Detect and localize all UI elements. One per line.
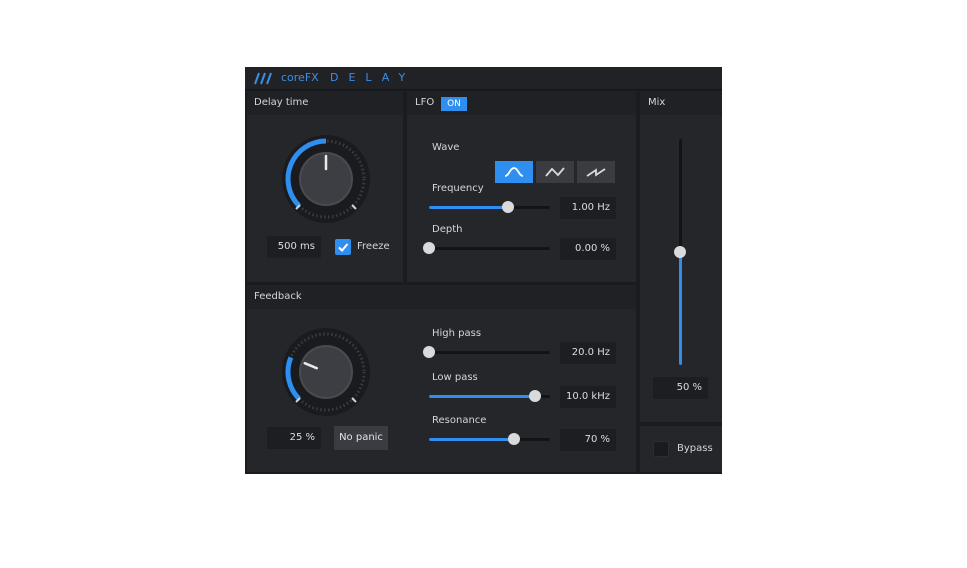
low-pass-value[interactable]: 10.0 kHz: [560, 386, 616, 408]
resonance-fill: [429, 438, 514, 441]
low-pass-fill: [429, 395, 536, 398]
wave-triangle-button[interactable]: [536, 161, 574, 183]
resonance-value[interactable]: 70 %: [560, 429, 616, 451]
feedback-header: Feedback: [247, 285, 636, 309]
bypass-panel: Bypass: [640, 426, 722, 472]
delay-time-panel: Delay time 500 ms Freeze: [247, 91, 403, 282]
mix-thumb[interactable]: [674, 246, 686, 258]
depth-thumb[interactable]: [423, 242, 435, 254]
high-pass-slider[interactable]: [423, 346, 550, 358]
feedback-knob[interactable]: [280, 326, 372, 418]
depth-slider[interactable]: [423, 242, 550, 254]
frequency-value[interactable]: 1.00 Hz: [560, 197, 616, 219]
resonance-slider[interactable]: [429, 433, 550, 445]
feedback-value[interactable]: 25 %: [267, 427, 321, 449]
frequency-label: Frequency: [432, 183, 484, 194]
mix-fill: [679, 252, 682, 365]
freeze-label: Freeze: [357, 241, 390, 252]
feedback-title: Feedback: [254, 291, 302, 302]
frequency-slider[interactable]: [429, 201, 550, 213]
freeze-checkbox[interactable]: [335, 239, 351, 255]
resonance-thumb[interactable]: [507, 433, 520, 445]
frequency-fill: [429, 206, 508, 209]
delay-time-value[interactable]: 500 ms: [267, 236, 321, 258]
title-bar: coreFX DELAY: [245, 67, 722, 90]
delay-time-header: Delay time: [247, 91, 403, 115]
mix-panel: Mix 50 %: [640, 91, 722, 422]
resonance-label: Resonance: [432, 415, 487, 426]
brand-name: coreFX: [281, 71, 319, 84]
triangle-wave-icon: [545, 167, 565, 177]
high-pass-thumb[interactable]: [423, 346, 435, 358]
frequency-thumb[interactable]: [501, 201, 514, 213]
high-pass-label: High pass: [432, 328, 482, 339]
wave-sine-button[interactable]: [495, 161, 533, 183]
mix-title: Mix: [648, 97, 666, 108]
mix-value[interactable]: 50 %: [653, 377, 708, 399]
low-pass-thumb[interactable]: [529, 390, 542, 402]
saw-wave-icon: [586, 168, 606, 177]
lfo-title: LFO: [415, 97, 435, 108]
high-pass-value[interactable]: 20.0 Hz: [560, 342, 616, 364]
feedback-panel: Feedback 25 % No panic High pass 20.0 Hz…: [247, 285, 636, 472]
mix-header: Mix: [640, 91, 722, 115]
product-name: DELAY: [330, 71, 416, 84]
low-pass-label: Low pass: [432, 372, 478, 383]
depth-value[interactable]: 0.00 %: [560, 238, 616, 260]
bypass-label: Bypass: [677, 443, 713, 454]
delay-time-knob[interactable]: [280, 133, 372, 225]
bypass-checkbox[interactable]: [653, 441, 669, 457]
delay-time-title: Delay time: [254, 97, 309, 108]
mix-slider[interactable]: [674, 139, 686, 365]
low-pass-slider[interactable]: [429, 390, 550, 402]
wave-label: Wave: [432, 142, 460, 153]
corefx-logo-icon: [254, 72, 272, 85]
sine-wave-icon: [504, 167, 524, 177]
wave-saw-button[interactable]: [577, 161, 615, 183]
lfo-panel: LFO Wave Frequency 1.00 Hz Depth 0.00 %: [407, 91, 636, 282]
lfo-on-toggle[interactable]: ON: [441, 97, 467, 111]
no-panic-button[interactable]: No panic: [334, 426, 388, 450]
delay-plugin: coreFX DELAY Delay time 500 ms Freeze LF…: [245, 67, 722, 474]
depth-label: Depth: [432, 224, 463, 235]
checkmark-icon: [338, 243, 349, 252]
